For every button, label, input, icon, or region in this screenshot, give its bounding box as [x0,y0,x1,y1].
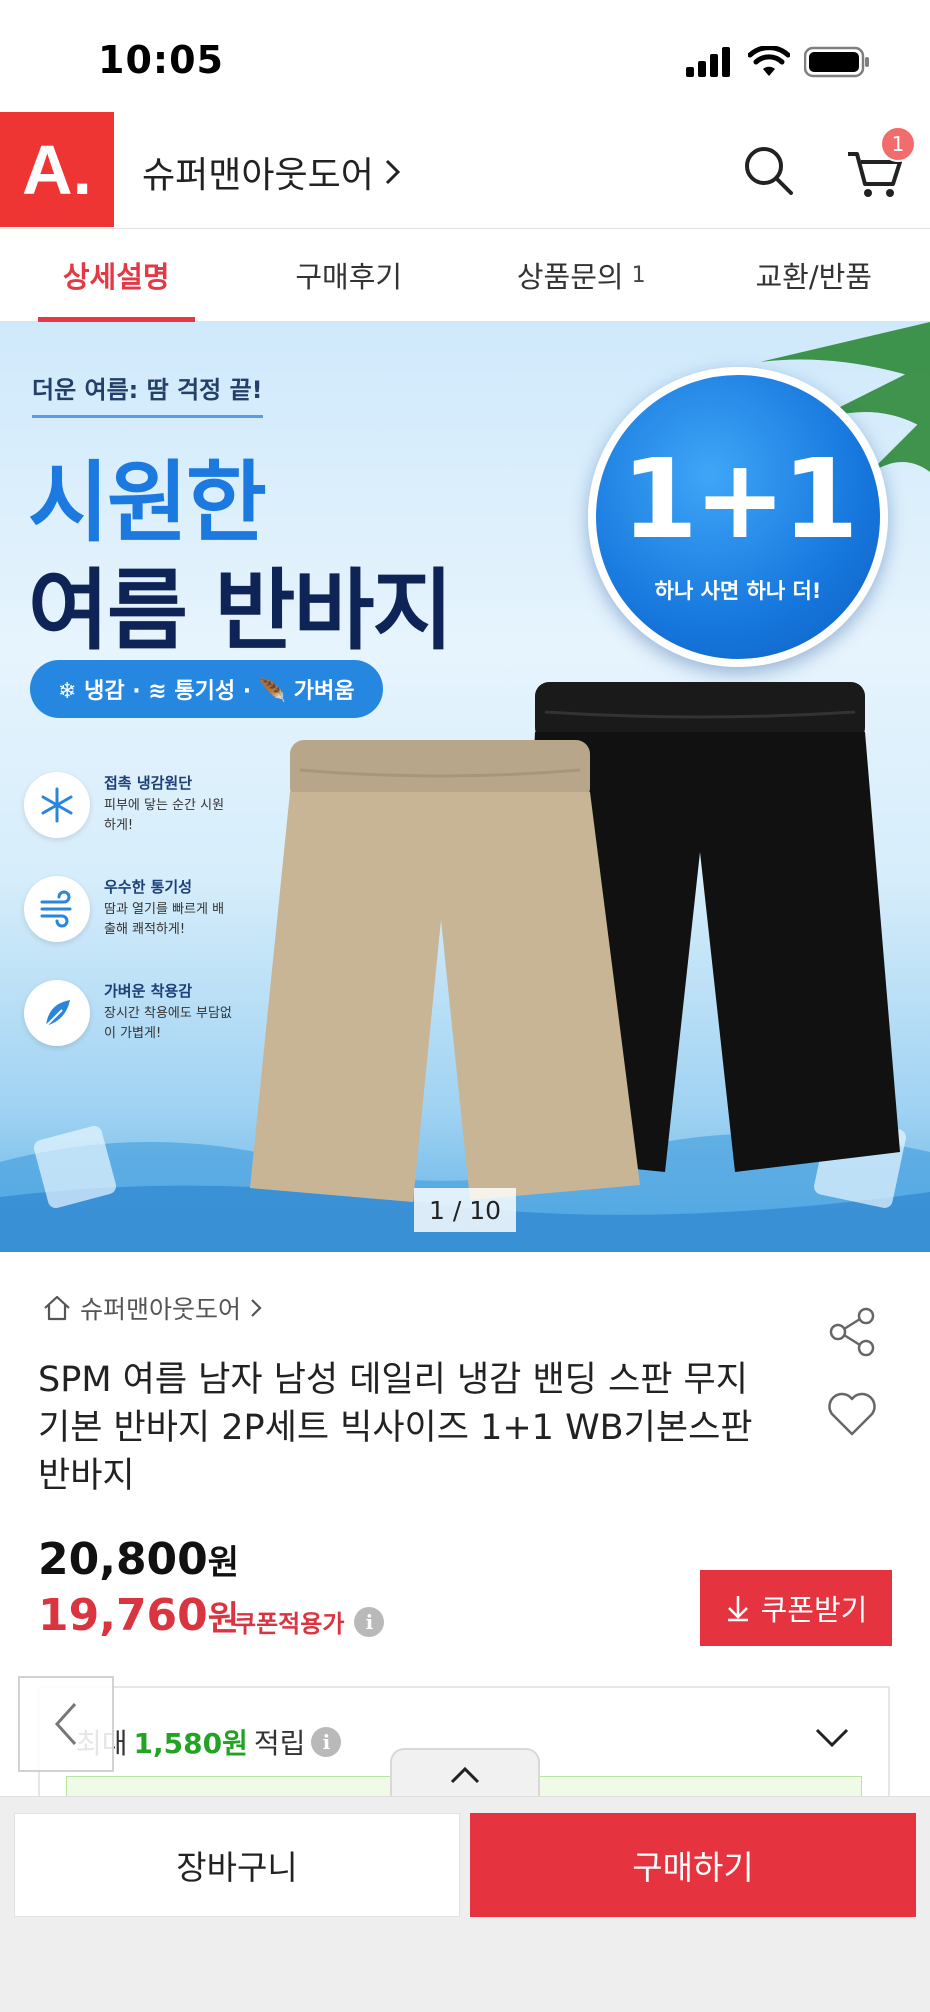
info-icon[interactable]: i [311,1727,342,1757]
reward-text: 최대 1,580원 적립 i [76,1722,342,1762]
signal-icon [686,47,730,77]
badge-sub-text: 하나 사면 하나 더! [654,579,822,603]
chevron-up-icon [450,1766,480,1784]
chevron-right-icon [251,1299,262,1317]
feature-title: 우수한 통기성 [104,878,193,896]
app-header: A. 슈퍼맨아웃도어 [0,112,930,227]
get-coupon-button[interactable]: 쿠폰받기 [700,1570,892,1646]
wifi-icon [748,46,790,76]
original-price-currency: 원 [207,1543,240,1583]
coupon-applied-text: 쿠폰적용가 [234,1610,345,1638]
heart-icon[interactable] [824,1386,880,1442]
original-price-value: 20,800 [38,1534,208,1585]
reward-amount: 1,580원 [133,1727,248,1760]
feature-title: 가벼운 착용감 [104,982,193,1000]
feature-item: 접촉 냉감원단 피부에 닿는 순간 시원하게! [24,766,224,870]
feature-item: 우수한 통기성 땀과 열기를 빠르게 배출해 쾌적하게! [24,870,224,974]
tab-label: 상품문의 [516,260,624,294]
store-name-link[interactable]: 슈퍼맨아웃도어 [142,146,402,198]
status-icons [686,46,870,78]
tab-label: 구매후기 [295,260,403,294]
tab-label: 교환/반품 [755,260,873,294]
battery-icon [804,46,869,78]
status-time: 10:05 [98,38,224,82]
breadcrumb-store: 슈퍼맨아웃도어 [80,1295,242,1324]
home-icon [44,1295,70,1321]
tab-label: 상세설명 [62,260,170,294]
feature-pill: ❄ 냉감 · ≋ 통기성 · 🪶 가벼움 [30,660,383,718]
breadcrumb[interactable]: 슈퍼맨아웃도어 [42,1290,263,1326]
banner-title-line2: 여름 반바지 [28,559,453,662]
cart-count-badge: 1 [880,126,916,162]
product-image-carousel[interactable]: 더운 여름: 땀 걱정 끝! 시원한 여름 반바지 ❄ 냉감 · ≋ 통기성 ·… [0,322,930,1252]
tab-description[interactable]: 상세설명 [0,229,233,322]
status-bar: 10:05 [0,0,930,112]
feature-desc: 피부에 닿는 순간 시원하게! [104,798,225,833]
feature-desc: 땀과 열기를 빠르게 배출해 쾌적하게! [104,902,225,937]
download-arrow-icon [727,1596,748,1622]
feature-title: 접촉 냉감원단 [104,774,193,792]
get-coupon-label: 쿠폰받기 [760,1593,868,1627]
tab-exchange-return[interactable]: 교환/반품 [698,229,930,321]
tab-reviews[interactable]: 구매후기 [233,229,466,321]
product-title: SPM 여름 남자 남성 데일리 냉감 밴딩 스판 무지 기본 반바지 2P세트… [38,1360,753,1496]
feature-item: 가벼운 착용감 장시간 착용에도 부담없이 가볍게! [24,974,232,1078]
wind-icon [24,876,90,942]
feather-icon [24,980,90,1046]
coupon-applied-label: 쿠폰적용가 i [234,1604,385,1639]
original-price: 20,800원 [38,1534,239,1585]
snowflake-icon [24,772,90,838]
expand-handle[interactable] [390,1748,540,1800]
bottom-action-bar: 장바구니 구매하기 [0,1796,930,2012]
buy-now-button[interactable]: 구매하기 [470,1813,916,1917]
chevron-down-icon[interactable] [814,1726,850,1750]
feature-list: 접촉 냉감원단 피부에 닿는 순간 시원하게! 우수한 통기성 땀과 열기를 빠… [24,766,232,1078]
chevron-right-icon [385,159,400,185]
detail-tabs: 상세설명 구매후기 상품문의 1 교환/반품 [0,228,930,322]
coupon-price: 19,760원 [38,1590,239,1641]
beige-shorts-image [250,740,640,1202]
feature-desc: 장시간 착용에도 부담없이 가볍게! [104,1006,232,1041]
inquiry-count: 1 [631,262,646,288]
chevron-left-icon [54,1702,77,1746]
badge-main-text: 1+1 [621,435,858,563]
reward-suffix: 적립 [253,1727,306,1760]
coupon-price-value: 19,760 [38,1590,208,1641]
banner-subtitle: 더운 여름: 땀 걱정 끝! [32,370,263,418]
one-plus-one-badge: 1+1 하나 사면 하나 더! [588,367,888,667]
back-button[interactable] [18,1676,114,1772]
info-icon[interactable]: i [354,1606,385,1637]
search-icon[interactable] [740,142,796,198]
share-icon[interactable] [824,1304,880,1360]
tab-inquiries[interactable]: 상품문의 1 [465,229,698,321]
slide-counter: 1 / 10 [414,1188,516,1232]
store-logo[interactable]: A. [0,112,114,227]
store-name: 슈퍼맨아웃도어 [142,155,374,196]
add-to-cart-button[interactable]: 장바구니 [14,1813,460,1917]
